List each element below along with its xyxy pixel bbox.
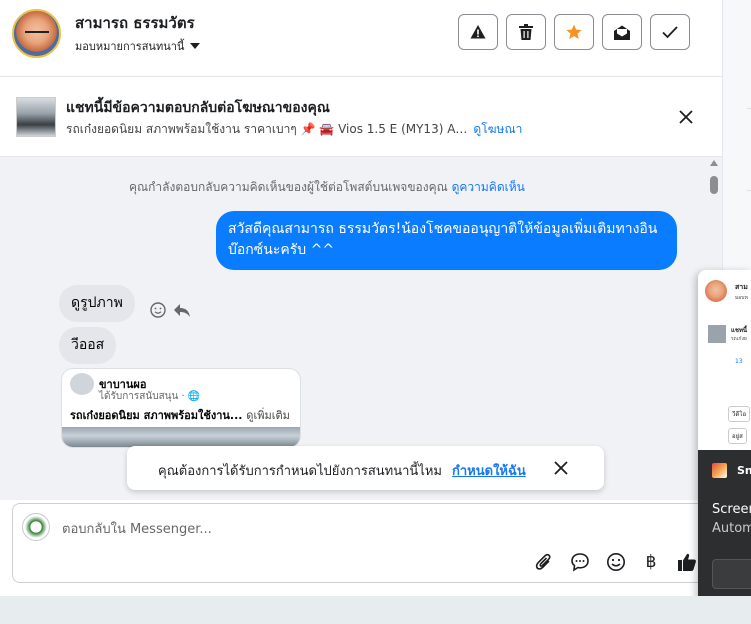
attach-icon[interactable] [533,551,555,573]
mini-reply-button[interactable]: วีดีโอ [728,406,751,422]
scroll-up-arrow-icon[interactable] [710,160,718,166]
incoming-message[interactable]: วีออส [59,327,117,364]
like-icon[interactable] [676,551,698,573]
snip-app-icon [712,463,727,478]
reply-input[interactable]: ตอบกลับใน Messenger... [62,518,212,539]
mini-avatar [705,280,727,302]
assign-prompt-toast: คุณต้องการได้รับการกำหนดไปยังการสนทนานี้… [127,446,604,490]
view-ad-link[interactable]: ดูโฆษณา [473,122,522,136]
close-icon [679,110,693,124]
close-toast-button[interactable] [552,459,570,477]
chevron-down-icon [190,43,201,49]
mini-subtitle: มอบห [735,295,748,301]
checkmark-icon [662,26,678,39]
page-avatar [22,513,50,541]
contact-avatar[interactable] [12,9,61,58]
report-button[interactable] [458,14,498,50]
shared-post-caption: รถเก๋งยอดนิยม สภาพพร้อมใช้งาน... [70,409,243,422]
mini-contact-name: สาม [735,283,748,291]
outgoing-message[interactable]: สวัสดีคุณสามารถ ธรรมวัตร!น้องโชคขออนุญาต… [216,211,677,270]
follow-up-button[interactable] [554,14,594,50]
reply-arrow-icon[interactable] [173,302,191,318]
notification-line: Autom [712,521,751,536]
system-message: คุณกำลังตอบกลับความคิดเห็นของผู้ใช้ต่อโพ… [129,178,525,197]
shared-post-card[interactable]: ขาบานผอ ได้รับการสนับสนุน · 🌐 รถเก๋งยอดน… [61,368,301,448]
close-icon [554,461,568,475]
shared-post-image [62,427,300,447]
mini-reply-button[interactable]: อยู่ส [728,428,747,444]
notification-line: Screen [712,502,751,517]
mini-ad-thumbnail [708,325,726,343]
message-composer[interactable]: ตอบกลับใน Messenger... ฿ [12,503,716,583]
emoji-icon[interactable] [605,551,627,573]
view-comment-link[interactable]: ดูความคิดเห็น [452,180,525,194]
page-avatar [70,373,94,395]
envelope-open-icon [614,25,630,40]
bottom-bar [0,596,751,624]
mark-unread-button[interactable] [602,14,642,50]
notification-button[interactable] [712,559,751,589]
done-button[interactable] [650,14,690,50]
notification-panel: Sn Screen Autom [698,450,751,605]
header-divider [0,76,722,77]
saved-reply-icon[interactable] [569,551,591,573]
assign-to-me-link[interactable]: กำหนดให้ฉัน [452,464,526,479]
close-ad-banner-button[interactable] [674,105,698,129]
scrollbar-thumb[interactable] [710,176,718,194]
ad-banner-title: แชทนี้มีข้อความตอบกลับต่อโฆษณาของคุณ [66,100,330,116]
sponsored-label: ได้รับการสนับสนุน · 🌐 [99,391,201,402]
shared-post-text: รถเก๋งยอดนิยม สภาพพร้อมใช้งาน... ดูเพิ่ม… [70,406,290,424]
mini-count: 13 [732,356,746,367]
assign-prompt-text: คุณต้องการได้รับการกำหนดไปยังการสนทนานี้… [158,464,442,479]
conversation-pane: สามารถ ธรรมวัตร มอบหมายการสนทนานี้ แชทนี… [0,0,722,596]
system-message-text: คุณกำลังตอบกลับความคิดเห็นของผู้ใช้ต่อโพ… [129,180,448,194]
warning-icon [470,25,486,39]
contact-name[interactable]: สามารถ ธรรมวัตร [75,11,195,35]
payment-icon[interactable]: ฿ [640,551,662,573]
delete-button[interactable] [506,14,546,50]
see-more-link[interactable]: ดูเพิ่มเติม [246,409,290,422]
mini-chat-window[interactable]: สาม มอบห แชทนี้ รถเก๋งย 13 วีดีโอ อยู่ส … [698,270,751,605]
notification-title: Sn [737,464,751,477]
react-emoji-icon[interactable] [149,301,167,319]
assign-label: มอบหมายการสนทนานี้ [75,40,185,53]
ad-banner-description-row: รถเก๋งยอดนิยม สภาพพร้อมใช้งาน ราคาเบาๆ 📌… [66,120,522,139]
mini-ad-title: แชทนี้ [731,327,747,334]
assign-dropdown[interactable]: มอบหมายการสนทนานี้ [75,37,201,55]
ad-thumbnail[interactable] [16,97,56,137]
incoming-message[interactable]: ดูรูปภาพ [59,285,135,322]
trash-icon [519,24,533,40]
star-icon [566,24,582,39]
ad-description: รถเก๋งยอดนิยม สภาพพร้อมใช้งาน ราคาเบาๆ 📌… [66,122,468,136]
mini-ad-sub: รถเก๋งย [731,336,747,342]
